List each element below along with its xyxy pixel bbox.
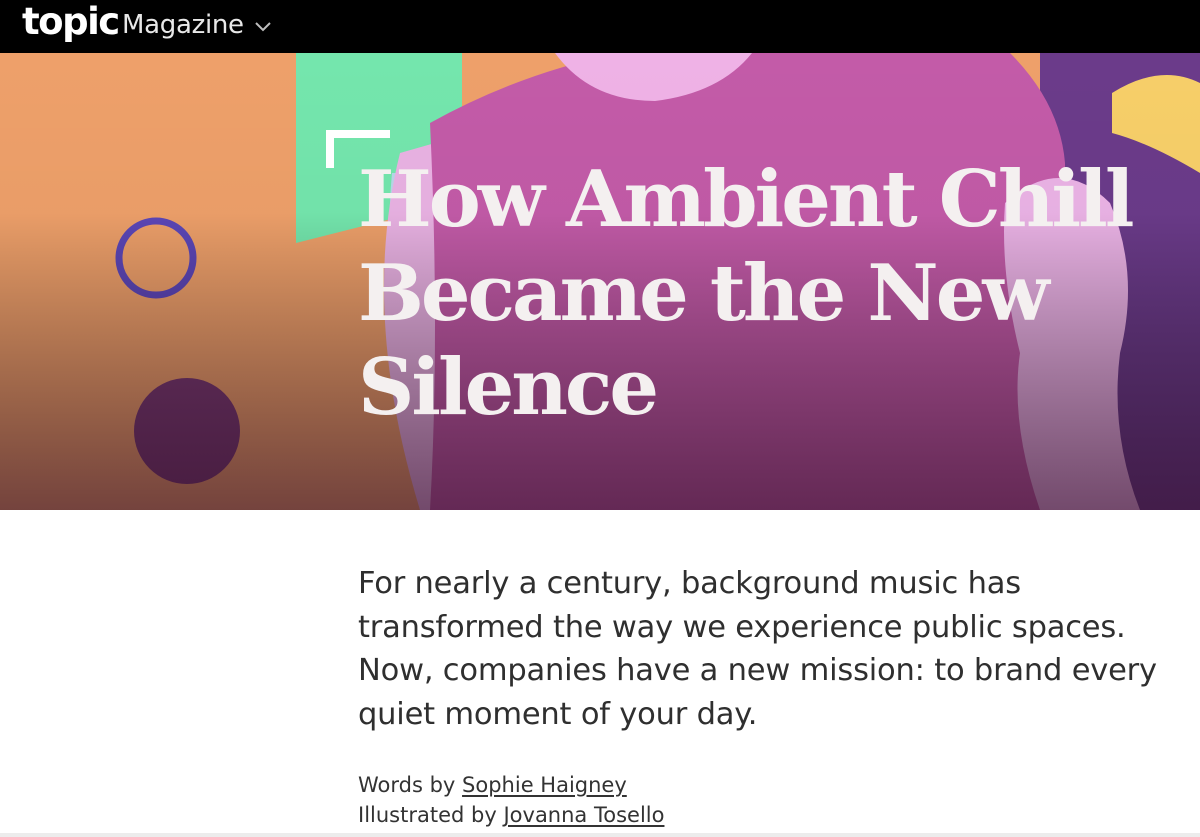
- illustrated-by-label: Illustrated by: [358, 803, 497, 827]
- hero-banner: How Ambient Chill Became the New Silence: [0, 53, 1200, 510]
- author-link[interactable]: Sophie Haigney: [462, 773, 627, 797]
- site-header: topic Magazine: [0, 0, 1200, 53]
- chevron-down-icon: [255, 22, 271, 32]
- section-dropdown[interactable]: Magazine: [122, 10, 272, 40]
- divider: [0, 833, 1200, 837]
- article-headline: How Ambient Chill Became the New Silence: [358, 154, 1134, 433]
- section-label: Magazine: [122, 10, 244, 40]
- article-credits: Words by Sophie Haigney Illustrated by J…: [358, 770, 664, 830]
- topic-logo[interactable]: topic: [22, 0, 120, 44]
- illustrator-credit: Illustrated by Jovanna Tosello: [358, 800, 664, 830]
- illustrator-link[interactable]: Jovanna Tosello: [503, 803, 664, 827]
- author-credit: Words by Sophie Haigney: [358, 770, 664, 800]
- article-dek: For nearly a century, background music h…: [358, 566, 1157, 732]
- words-by-label: Words by: [358, 773, 456, 797]
